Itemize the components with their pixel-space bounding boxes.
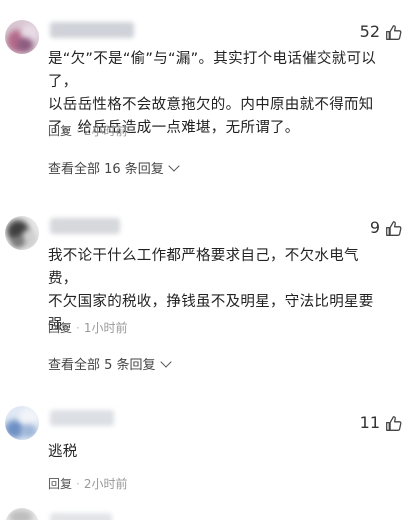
comment-text-line: 逃税 xyxy=(48,444,78,460)
comment-meta: 回复 · 2小时前 xyxy=(48,477,128,491)
reply-button[interactable]: 回复 xyxy=(48,477,72,491)
thumbs-up-icon[interactable] xyxy=(385,415,402,432)
username[interactable] xyxy=(50,513,112,520)
comment-item: 11 逃税 回复 · 2小时前 xyxy=(0,0,412,520)
like-count: 11 xyxy=(359,413,380,432)
username[interactable] xyxy=(50,410,114,426)
comment-list: 52 是“欠”不是“偷”与“漏”。其实打个电话催交就可以了， 以岳岳性格不会故意… xyxy=(0,0,412,520)
timestamp: 2小时前 xyxy=(83,477,128,491)
avatar[interactable] xyxy=(5,406,39,440)
comment-text: 逃税 xyxy=(48,441,388,464)
